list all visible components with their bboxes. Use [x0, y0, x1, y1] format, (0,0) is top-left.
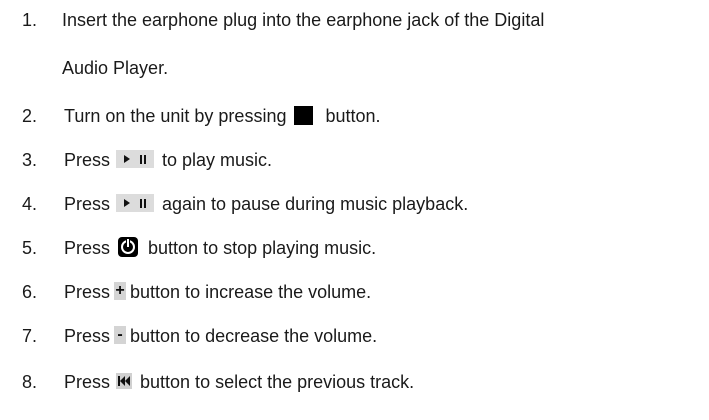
item-number: 2.	[22, 106, 38, 126]
previous-track-icon	[116, 373, 133, 390]
item-text-row: Press again to pause during music playbac…	[62, 194, 470, 215]
item-text-row: Press button to select the previous track…	[62, 372, 416, 393]
item-text: Press	[64, 194, 111, 214]
item-text-row: Turn on the unit by pressing button.	[62, 105, 383, 127]
item-number: 6.	[22, 282, 38, 302]
item-text-row: Press button to stop playing music.	[62, 237, 378, 259]
item-number: 7.	[22, 326, 38, 346]
plus-icon: +	[114, 282, 127, 301]
item-text-row: Press - button to decrease the volume.	[62, 326, 379, 347]
item-number: 4.	[22, 194, 38, 214]
item-text: button to increase the volume.	[130, 282, 372, 302]
power-icon	[118, 237, 139, 258]
item-text: to play music.	[162, 150, 273, 170]
item-text: button to decrease the volume.	[130, 326, 378, 346]
item-text: button.	[325, 106, 381, 126]
item-number: 3.	[22, 150, 38, 170]
item-text: Turn on the unit by pressing	[64, 106, 287, 126]
item-text: button to stop playing music.	[148, 238, 377, 258]
item-text: button to select the previous track.	[140, 372, 415, 392]
item-number: 8.	[22, 372, 38, 392]
black-square-button-icon	[294, 105, 314, 125]
item-text-continued: Audio Player.	[62, 58, 169, 78]
item-number: 1.	[22, 10, 38, 30]
item-text: Press	[64, 150, 111, 170]
item-number: 5.	[22, 238, 38, 258]
play-pause-icon	[116, 150, 155, 169]
minus-icon: -	[114, 326, 127, 345]
item-text-row: Press to play music.	[62, 150, 274, 171]
item-text: again to pause during music playback.	[162, 194, 469, 214]
play-pause-icon	[116, 194, 155, 213]
item-text: Press	[64, 282, 111, 302]
item-text-row: Press + button to increase the volume.	[62, 282, 373, 303]
item-text: Press	[64, 372, 111, 392]
instruction-list: 1. Insert the earphone plug into the ear…	[0, 0, 709, 420]
item-text: Press	[64, 326, 111, 346]
item-text: Press	[64, 238, 111, 258]
item-text: Insert the earphone plug into the earpho…	[62, 10, 545, 30]
